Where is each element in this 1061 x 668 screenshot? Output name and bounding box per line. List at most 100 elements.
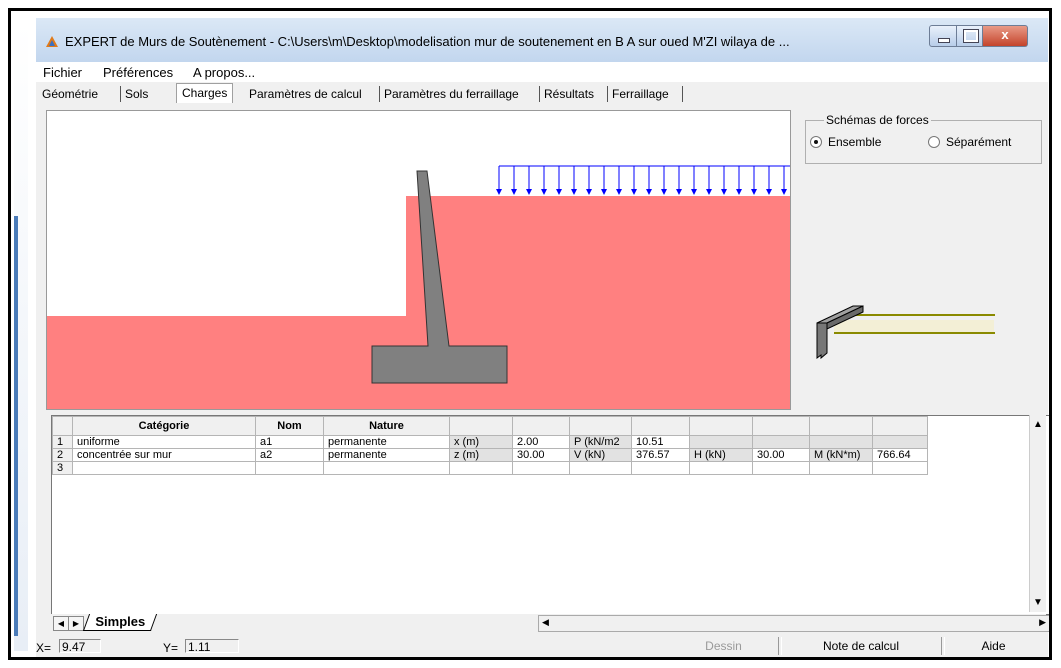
y-coordinate-field: 1.11 (185, 639, 239, 654)
sheet-tab-simples[interactable]: Simples (82, 614, 157, 631)
menu-preferences[interactable]: Préférences (103, 65, 173, 80)
header-cell (449, 416, 513, 436)
cell-param-label: V (kN) (569, 448, 632, 462)
cell-param-value[interactable]: 2.00 (512, 435, 570, 449)
grid-vertical-scrollbar[interactable]: ▲ ▼ (1029, 415, 1046, 612)
tab-ferraillage[interactable]: Ferraillage (612, 87, 669, 101)
cell-param-value[interactable] (872, 461, 928, 475)
header-cell (52, 416, 73, 436)
tab-separator (607, 86, 608, 102)
tab-parametres-ferraillage[interactable]: Paramètres du ferraillage (384, 87, 519, 101)
title-bar[interactable]: EXPERT de Murs de Soutènement - C:\Users… (36, 18, 1048, 62)
sheet-tab-bar: ◀ ▶ Simples ◀ ▶ (51, 614, 1049, 632)
header-cell (752, 416, 810, 436)
grid-horizontal-scrollbar[interactable]: ◀ ▶ (538, 615, 1049, 632)
cell-nature[interactable] (323, 461, 450, 475)
screenshot-frame: EXPERT de Murs de Soutènement - C:\Users… (8, 8, 1052, 660)
cell-param-value[interactable]: 376.57 (631, 448, 690, 462)
menu-a-propos[interactable]: A propos... (193, 65, 255, 80)
row-number: 3 (52, 461, 73, 475)
cell-param-label[interactable] (449, 461, 513, 475)
radio-separement[interactable]: Séparément (928, 135, 1011, 149)
note-de-calcul-button[interactable]: Note de calcul (796, 636, 926, 656)
sheet-next-icon[interactable]: ▶ (68, 616, 84, 631)
window-title: EXPERT de Murs de Soutènement - C:\Users… (65, 34, 790, 49)
header-categorie: Catégorie (72, 416, 256, 436)
cell-param-label[interactable] (569, 461, 632, 475)
cell-param-label: H (kN) (689, 448, 753, 462)
close-button[interactable]: x (983, 25, 1028, 47)
radio-selected-icon (810, 136, 822, 148)
cell-param-value[interactable] (631, 461, 690, 475)
header-cell (512, 416, 570, 436)
dessin-button[interactable]: Dessin (681, 636, 766, 656)
tab-charges[interactable]: Charges (176, 83, 234, 103)
sheet-prev-icon[interactable]: ◀ (53, 616, 69, 631)
menu-fichier[interactable]: Fichier (43, 65, 82, 80)
radio-ensemble[interactable]: Ensemble (810, 135, 881, 149)
radio-separement-label: Séparément (946, 135, 1012, 149)
cell-nature[interactable]: permanente (323, 448, 450, 462)
window-controls: x (929, 25, 1028, 47)
cell-nom[interactable]: a1 (255, 435, 324, 449)
background-desktop (14, 21, 28, 651)
close-icon: x (1001, 27, 1009, 42)
cell-param-value (872, 435, 928, 449)
header-cell (809, 416, 873, 436)
cell-param-label[interactable] (809, 461, 873, 475)
cell-nature[interactable]: permanente (323, 435, 450, 449)
maximize-button[interactable] (957, 25, 983, 47)
cell-param-value[interactable]: 10.51 (631, 435, 690, 449)
sketch-wall-stem (816, 322, 828, 360)
aide-button[interactable]: Aide (956, 636, 1031, 656)
radio-ensemble-label: Ensemble (828, 135, 882, 149)
cell-param-label[interactable] (689, 461, 753, 475)
minimize-icon (938, 38, 950, 43)
tab-resultats[interactable]: Résultats (544, 87, 594, 101)
sheet-tab-label: Simples (95, 614, 146, 629)
cell-param-value[interactable]: 30.00 (752, 448, 810, 462)
cell-param-label: x (m) (449, 435, 513, 449)
cell-param-value[interactable]: 30.00 (512, 448, 570, 462)
scroll-right-icon[interactable]: ▶ (1039, 617, 1046, 628)
sketch-backfill (834, 320, 994, 333)
row-number: 1 (52, 435, 73, 449)
wall-type-sketch (816, 305, 995, 360)
loads-grid[interactable]: Catégorie Nom Nature 1 uniforme a1 perma… (51, 415, 1049, 615)
cell-categorie[interactable]: uniforme (72, 435, 256, 449)
table-header-row: Catégorie Nom Nature (52, 416, 928, 436)
cell-categorie[interactable]: concentrée sur mur (72, 448, 256, 462)
tab-sols[interactable]: Sols (125, 87, 148, 101)
cell-param-value[interactable]: 766.64 (872, 448, 928, 462)
cell-param-value[interactable] (512, 461, 570, 475)
app-window: EXPERT de Murs de Soutènement - C:\Users… (36, 18, 1049, 657)
cell-param-label: z (m) (449, 448, 513, 462)
tab-parametres-calcul[interactable]: Paramètres de calcul (249, 87, 362, 101)
table-row[interactable]: 1 uniforme a1 permanente x (m) 2.00 P (k… (52, 435, 928, 449)
loads-table: Catégorie Nom Nature 1 uniforme a1 perma… (52, 416, 928, 475)
tab-geometrie[interactable]: Géométrie (42, 87, 98, 101)
cell-param-label: P (kN/m2 (569, 435, 632, 449)
status-divider (778, 637, 782, 655)
cell-param-label (809, 435, 873, 449)
menu-bar: Fichier Préférences A propos... (36, 62, 1048, 82)
cell-nom[interactable]: a2 (255, 448, 324, 462)
desktop-edge (14, 216, 18, 636)
status-divider (941, 637, 945, 655)
force-diagram-canvas[interactable] (46, 110, 791, 410)
scroll-down-icon[interactable]: ▼ (1033, 597, 1043, 608)
cell-param-label: M (kN*m) (809, 448, 873, 462)
cell-nom[interactable] (255, 461, 324, 475)
table-row[interactable]: 2 concentrée sur mur a2 permanente z (m)… (52, 448, 928, 462)
tab-separator (120, 86, 121, 102)
tab-separator (539, 86, 540, 102)
table-row[interactable]: 3 (52, 461, 928, 475)
scroll-left-icon[interactable]: ◀ (542, 617, 549, 628)
cell-param-value (752, 435, 810, 449)
header-nature: Nature (323, 416, 450, 436)
cell-categorie[interactable] (72, 461, 256, 475)
scroll-up-icon[interactable]: ▲ (1033, 419, 1043, 430)
row-number: 2 (52, 448, 73, 462)
cell-param-value[interactable] (752, 461, 810, 475)
minimize-button[interactable] (929, 25, 957, 47)
